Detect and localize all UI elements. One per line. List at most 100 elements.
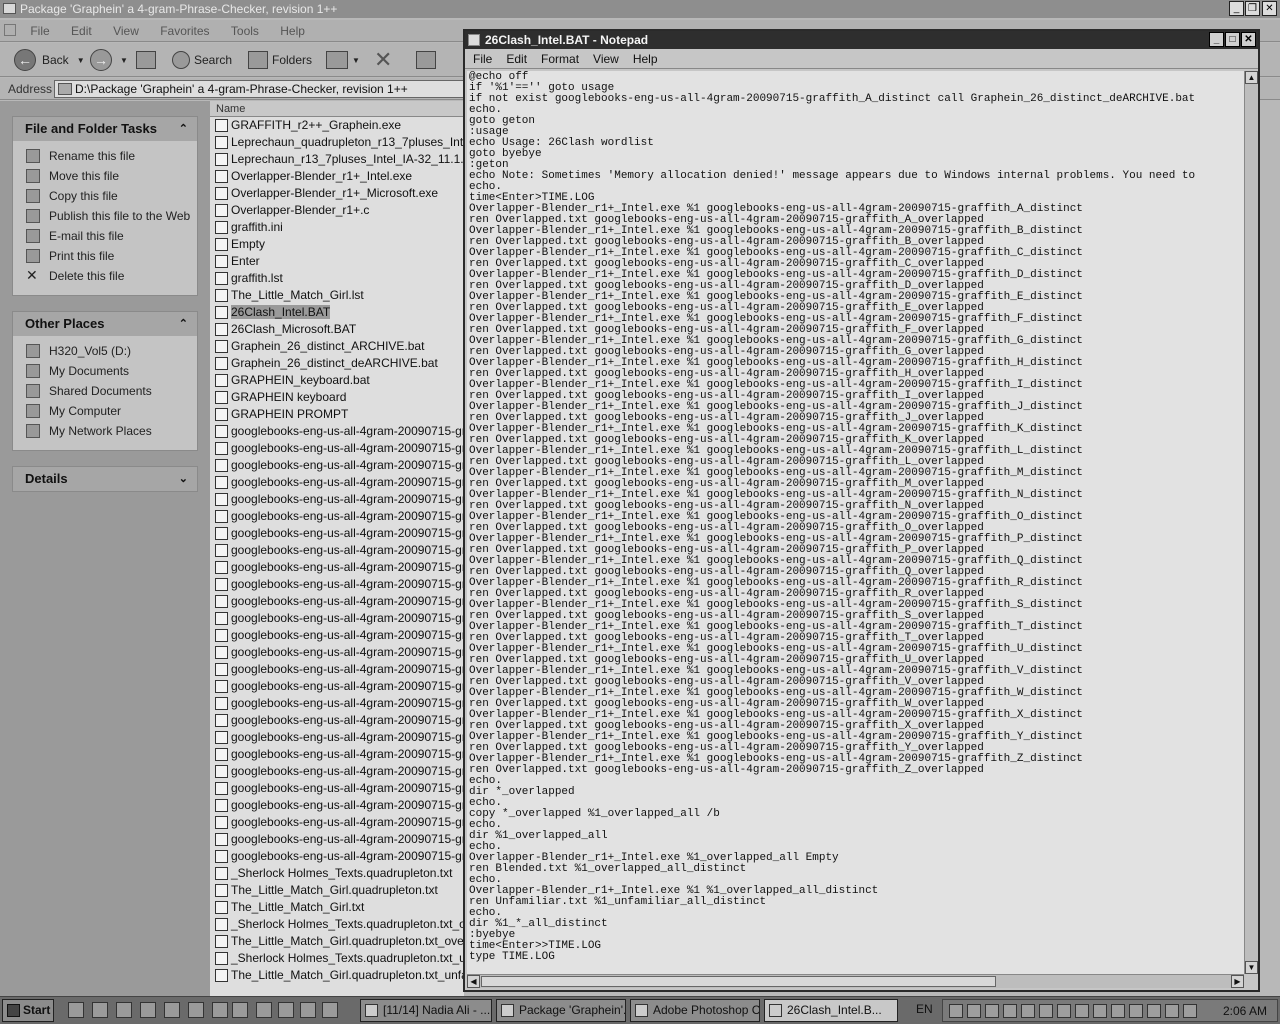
file-row[interactable]: Leprechaun_quadrupleton_r13_7pluses_Inte… bbox=[210, 134, 464, 151]
file-row[interactable]: The_Little_Match_Girl.lst bbox=[210, 287, 464, 304]
refresh-button[interactable] bbox=[416, 47, 440, 73]
place-network[interactable]: My Network Places bbox=[13, 421, 197, 441]
file-row[interactable]: googlebooks-eng-us-all-4gram-20090715-gr… bbox=[210, 440, 464, 457]
panel-header[interactable]: Other Places ⌃ bbox=[13, 312, 197, 336]
language-indicator[interactable]: EN bbox=[916, 1002, 933, 1016]
quicklaunch-app-icon[interactable] bbox=[278, 1002, 294, 1018]
folders-button[interactable]: Folders bbox=[248, 47, 312, 73]
file-row[interactable]: googlebooks-eng-us-all-4gram-20090715-gr… bbox=[210, 695, 464, 712]
file-row[interactable]: googlebooks-eng-us-all-4gram-20090715-gr… bbox=[210, 525, 464, 542]
resize-grip-icon[interactable] bbox=[1244, 974, 1258, 988]
quicklaunch-app-icon[interactable] bbox=[300, 1002, 316, 1018]
tray-icon[interactable] bbox=[1003, 1004, 1017, 1018]
file-row[interactable]: _Sherlock Holmes_Texts.quadrupleton.txt bbox=[210, 865, 464, 882]
task-rename[interactable]: Rename this file bbox=[13, 146, 197, 166]
quicklaunch-app-icon[interactable] bbox=[164, 1002, 180, 1018]
file-row[interactable]: graffith.ini bbox=[210, 219, 464, 236]
file-row[interactable]: googlebooks-eng-us-all-4gram-20090715-gr… bbox=[210, 423, 464, 440]
vertical-scrollbar[interactable]: ▲ ▼ bbox=[1244, 71, 1258, 974]
column-header-name[interactable]: Name bbox=[210, 101, 464, 117]
file-row[interactable]: googlebooks-eng-us-all-4gram-20090715-gr… bbox=[210, 780, 464, 797]
file-row[interactable]: The_Little_Match_Girl.quadrupleton.txt_u… bbox=[210, 967, 464, 984]
tray-icon[interactable] bbox=[1129, 1004, 1143, 1018]
file-row[interactable]: The_Little_Match_Girl.quadrupleton.txt bbox=[210, 882, 464, 899]
task-winamp[interactable]: [11/14] Nadia Ali - ... bbox=[360, 999, 492, 1022]
file-row[interactable]: googlebooks-eng-us-all-4gram-20090715-gr… bbox=[210, 712, 464, 729]
file-row[interactable]: GRAPHEIN_keyboard.bat bbox=[210, 372, 464, 389]
file-row[interactable]: googlebooks-eng-us-all-4gram-20090715-gr… bbox=[210, 491, 464, 508]
tray-icon[interactable] bbox=[1165, 1004, 1179, 1018]
task-delete[interactable]: ✕ Delete this file bbox=[13, 266, 197, 286]
quicklaunch-app-icon[interactable] bbox=[212, 1002, 228, 1018]
task-email[interactable]: E-mail this file bbox=[13, 226, 197, 246]
scroll-thumb[interactable] bbox=[481, 976, 996, 987]
menu-favorites[interactable]: Favorites bbox=[151, 20, 218, 42]
scroll-left-icon[interactable]: ◀ bbox=[467, 975, 480, 988]
file-row[interactable]: googlebooks-eng-us-all-4gram-20090715-gr… bbox=[210, 831, 464, 848]
file-row[interactable]: Graphein_26_distinct_deARCHIVE.bat bbox=[210, 355, 464, 372]
close-icon[interactable]: ✕ bbox=[1241, 32, 1256, 47]
file-row[interactable]: googlebooks-eng-us-all-4gram-20090715-gr… bbox=[210, 678, 464, 695]
tray-icon[interactable] bbox=[1057, 1004, 1071, 1018]
volume-icon[interactable] bbox=[1183, 1004, 1197, 1018]
file-row[interactable]: googlebooks-eng-us-all-4gram-20090715-gr… bbox=[210, 508, 464, 525]
file-row[interactable]: googlebooks-eng-us-all-4gram-20090715-gr… bbox=[210, 593, 464, 610]
quicklaunch-app-icon[interactable] bbox=[92, 1002, 108, 1018]
file-row[interactable]: googlebooks-eng-us-all-4gram-20090715-gr… bbox=[210, 542, 464, 559]
file-row[interactable]: googlebooks-eng-us-all-4gram-20090715-gr… bbox=[210, 576, 464, 593]
file-row[interactable]: The_Little_Match_Girl.quadrupleton.txt_o… bbox=[210, 933, 464, 950]
tray-icon[interactable] bbox=[1093, 1004, 1107, 1018]
minimize-icon[interactable]: _ bbox=[1229, 1, 1244, 16]
quicklaunch-app-icon[interactable] bbox=[116, 1002, 132, 1018]
place-my-computer[interactable]: My Computer bbox=[13, 401, 197, 421]
place-my-documents[interactable]: My Documents bbox=[13, 361, 197, 381]
quicklaunch-app-icon[interactable] bbox=[188, 1002, 204, 1018]
file-row[interactable]: Empty bbox=[210, 236, 464, 253]
clock[interactable]: 2:06 AM bbox=[1223, 1000, 1267, 1022]
place-drive[interactable]: H320_Vol5 (D:) bbox=[13, 341, 197, 361]
quicklaunch-app-icon[interactable] bbox=[232, 1002, 248, 1018]
file-row[interactable]: googlebooks-eng-us-all-4gram-20090715-gr… bbox=[210, 644, 464, 661]
file-row[interactable]: googlebooks-eng-us-all-4gram-20090715-gr… bbox=[210, 610, 464, 627]
file-row[interactable]: GRAPHEIN keyboard bbox=[210, 389, 464, 406]
panel-header[interactable]: File and Folder Tasks ⌃ bbox=[13, 117, 197, 141]
file-row[interactable]: Enter bbox=[210, 253, 464, 270]
file-row[interactable]: Leprechaun_r13_7pluses_Intel_IA-32_11.1.… bbox=[210, 151, 464, 168]
menu-format[interactable]: Format bbox=[533, 49, 585, 69]
quicklaunch-app-icon[interactable] bbox=[322, 1002, 338, 1018]
back-button[interactable]: ← Back ▼ bbox=[14, 47, 85, 73]
file-row[interactable]: googlebooks-eng-us-all-4gram-20090715-gr… bbox=[210, 627, 464, 644]
file-row[interactable]: googlebooks-eng-us-all-4gram-20090715-gr… bbox=[210, 763, 464, 780]
file-row[interactable]: Overlapper-Blender_r1+_Microsoft.exe bbox=[210, 185, 464, 202]
file-row[interactable]: googlebooks-eng-us-all-4gram-20090715-gr… bbox=[210, 457, 464, 474]
file-row[interactable]: googlebooks-eng-us-all-4gram-20090715-gr… bbox=[210, 729, 464, 746]
file-row[interactable]: Overlapper-Blender_r1+.c bbox=[210, 202, 464, 219]
notepad-titlebar[interactable]: 26Clash_Intel.BAT - Notepad _ □ ✕ bbox=[465, 31, 1258, 49]
file-row[interactable]: Graphein_26_distinct_ARCHIVE.bat bbox=[210, 338, 464, 355]
maximize-icon[interactable]: □ bbox=[1225, 32, 1240, 47]
quicklaunch-app-icon[interactable] bbox=[256, 1002, 272, 1018]
menu-edit[interactable]: Edit bbox=[498, 49, 533, 69]
task-photoshop[interactable]: Adobe Photoshop C... bbox=[630, 999, 760, 1022]
address-input[interactable]: D:\Package 'Graphein' a 4-gram-Phrase-Ch… bbox=[54, 80, 474, 98]
quicklaunch-firefox-icon[interactable] bbox=[68, 1002, 84, 1018]
horizontal-scrollbar[interactable]: ◀ ▶ bbox=[467, 974, 1244, 988]
tray-icon[interactable] bbox=[1111, 1004, 1125, 1018]
task-move[interactable]: Move this file bbox=[13, 166, 197, 186]
notepad-text-area[interactable]: @echo off if '%1'=='' goto usage if not … bbox=[467, 71, 1244, 974]
task-print[interactable]: Print this file bbox=[13, 246, 197, 266]
file-row[interactable]: googlebooks-eng-us-all-4gram-20090715-gr… bbox=[210, 814, 464, 831]
menu-help[interactable]: Help bbox=[271, 20, 314, 42]
minimize-icon[interactable]: _ bbox=[1209, 32, 1224, 47]
delete-toolbar-button[interactable]: ✕ bbox=[374, 47, 392, 73]
tray-icon[interactable] bbox=[1075, 1004, 1089, 1018]
file-row[interactable]: The_Little_Match_Girl.txt bbox=[210, 899, 464, 916]
tray-icon[interactable] bbox=[949, 1004, 963, 1018]
tray-icon[interactable] bbox=[1039, 1004, 1053, 1018]
restore-icon[interactable]: ❐ bbox=[1245, 1, 1260, 16]
file-row[interactable]: _Sherlock Holmes_Texts.quadrupleton.txt_… bbox=[210, 950, 464, 967]
file-row[interactable]: googlebooks-eng-us-all-4gram-20090715-gr… bbox=[210, 746, 464, 763]
views-button[interactable]: ▼ bbox=[326, 47, 360, 73]
tray-icon[interactable] bbox=[1021, 1004, 1035, 1018]
tray-icon[interactable] bbox=[1147, 1004, 1161, 1018]
